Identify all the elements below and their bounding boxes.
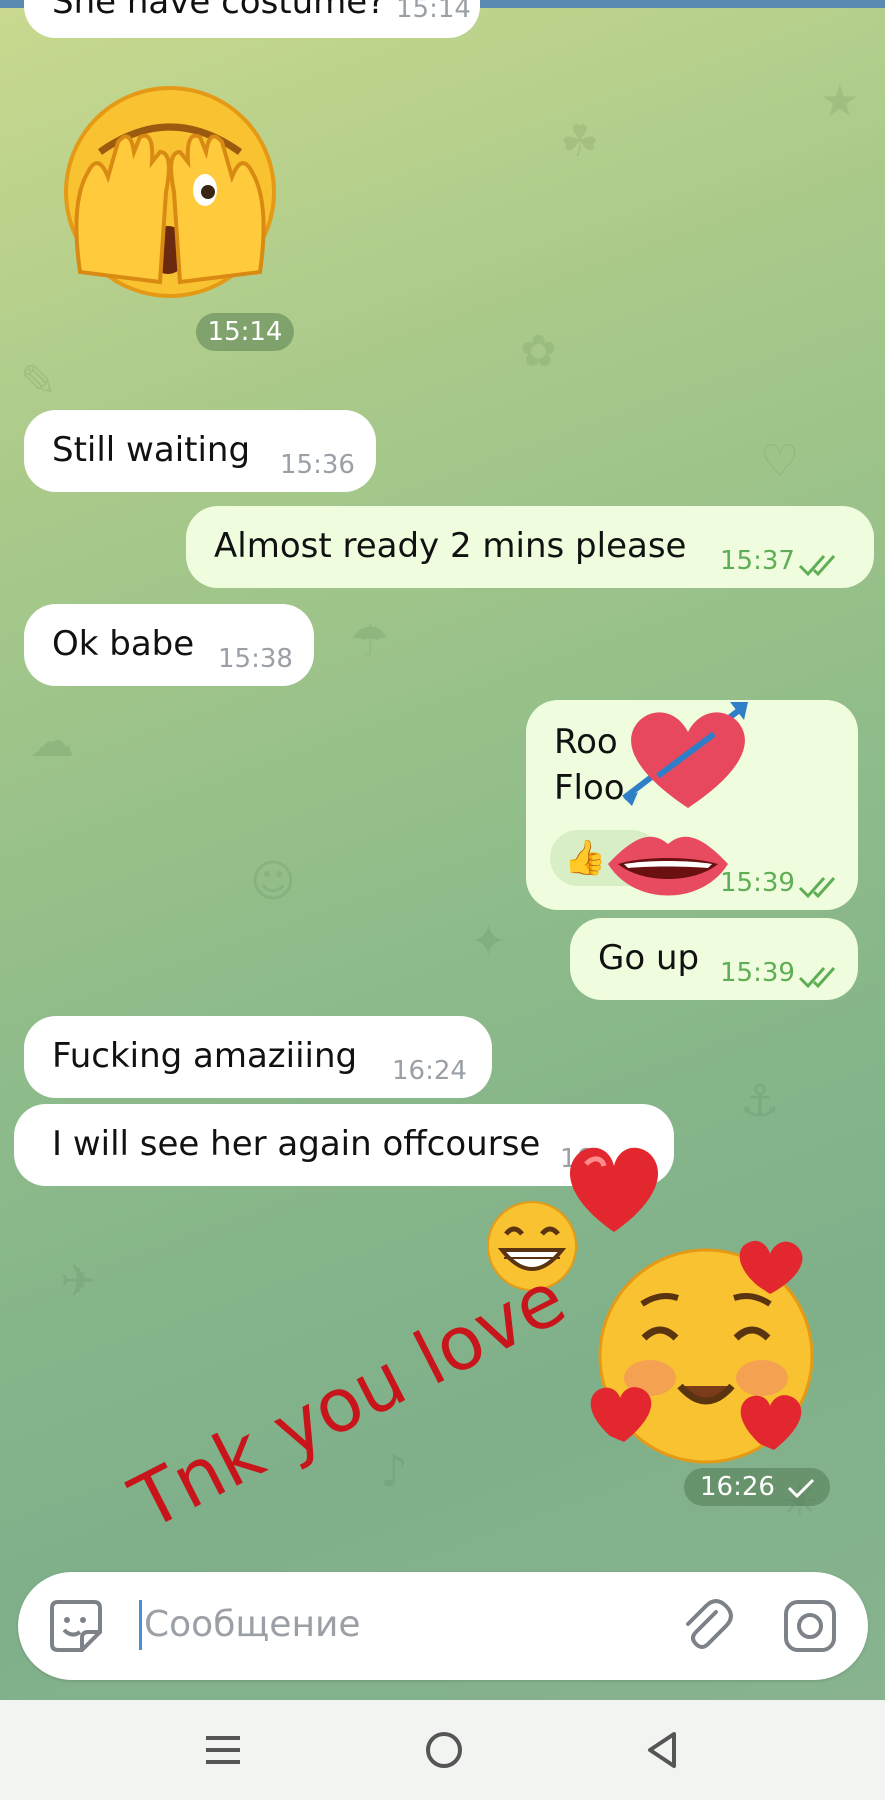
back-icon[interactable]	[644, 1730, 680, 1770]
attach-icon[interactable]	[678, 1598, 734, 1654]
message-text: Ok babe	[52, 624, 195, 664]
message-time: 15:14	[396, 0, 471, 24]
message-time: 16:24	[392, 1056, 467, 1086]
system-nav-bar	[0, 1700, 885, 1800]
message-time: 15:37	[720, 546, 795, 576]
doodle-icon: ✈	[60, 1256, 97, 1307]
single-check-icon	[787, 1478, 815, 1499]
doodle-icon: ☘	[560, 116, 600, 167]
doodle-icon: ★	[820, 76, 860, 127]
sticker-smiling-hearts-icon[interactable]	[584, 1236, 824, 1464]
camera-icon[interactable]	[782, 1598, 838, 1654]
message-time: 15:36	[280, 450, 355, 480]
sticker-time: 15:14	[196, 313, 294, 351]
double-check-icon	[798, 877, 836, 899]
doodle-icon: ✦	[470, 916, 507, 967]
message-bubble-incoming[interactable]: Ok babe 15:38	[24, 604, 314, 686]
doodle-icon: ✎	[20, 356, 57, 407]
lips-icon	[608, 836, 728, 896]
message-text: Go up	[598, 938, 700, 978]
message-text: Still waiting	[52, 430, 251, 470]
sticker-see-no-evil-icon[interactable]	[60, 82, 280, 302]
double-check-icon	[798, 555, 836, 577]
message-input-bar: Сообщение	[18, 1572, 868, 1680]
heart-arrow-icon	[622, 702, 748, 808]
message-bubble-incoming[interactable]: Fucking amaziiing 16:24	[24, 1016, 492, 1098]
doodle-icon: ☺	[250, 856, 296, 907]
menu-icon[interactable]	[204, 1732, 242, 1768]
doodle-icon: ✿	[520, 326, 557, 377]
message-time: 15:39	[720, 958, 795, 988]
doodle-icon: ♪	[380, 1446, 409, 1497]
sticker-icon[interactable]	[48, 1598, 104, 1654]
message-bubble-outgoing[interactable]: Almost ready 2 mins please 15:37	[186, 506, 874, 588]
sticker-time-pill: 16:26	[684, 1468, 830, 1506]
message-bubble-incoming[interactable]: She have costume? 15:14	[24, 0, 480, 38]
message-text: She have costume?	[52, 0, 386, 22]
home-icon[interactable]	[424, 1730, 464, 1770]
doodle-icon: ⚓	[740, 1076, 780, 1127]
message-text: Almost ready 2 mins please	[214, 526, 687, 566]
message-text: Fucking amaziiing	[52, 1036, 358, 1076]
text-caret	[139, 1600, 142, 1650]
double-check-icon	[798, 967, 836, 989]
sticker-time: 16:26	[700, 1472, 775, 1502]
thumbs-up-icon: 👍	[564, 838, 607, 878]
message-text: I will see her again offcourse	[52, 1124, 541, 1164]
doodle-icon: ☂	[350, 616, 390, 667]
message-text-line1: Roo	[554, 722, 618, 762]
message-time: 15:38	[218, 644, 293, 674]
doodle-icon: ☁	[30, 716, 74, 767]
doodle-icon: ♡	[760, 436, 800, 487]
message-bubble-incoming[interactable]: Still waiting 15:36	[24, 410, 376, 492]
message-input[interactable]: Сообщение	[144, 1604, 361, 1645]
message-bubble-outgoing[interactable]: Go up 15:39	[570, 918, 858, 1000]
message-text-line2: Floo	[554, 768, 625, 808]
